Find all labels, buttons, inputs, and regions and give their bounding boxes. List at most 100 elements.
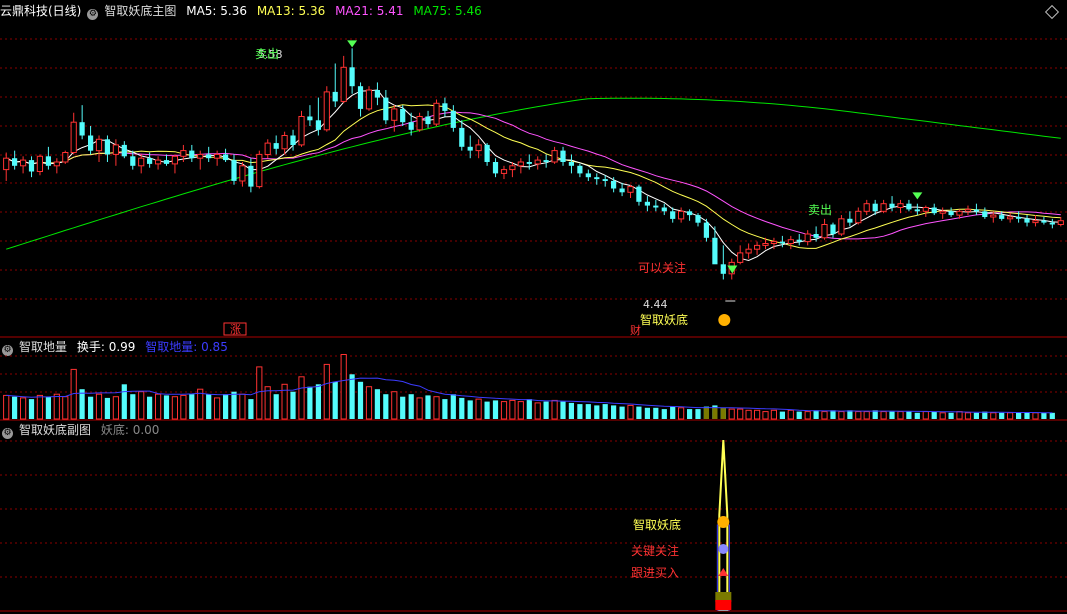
candle-body	[1041, 220, 1047, 223]
candle-body	[163, 160, 170, 164]
limit-up-tag: 涨	[230, 323, 241, 336]
volume-bar	[231, 391, 237, 419]
sub-bar-red	[715, 600, 732, 610]
candle-body	[526, 162, 532, 164]
candle-body	[433, 102, 440, 125]
candle-body	[307, 116, 313, 121]
sell-arrow	[912, 192, 923, 200]
volume-bar	[273, 394, 279, 419]
volume-bar	[383, 394, 389, 419]
candle-body	[695, 215, 701, 223]
volume-bar	[332, 381, 338, 419]
volume-bar	[307, 386, 313, 419]
candle-body	[442, 103, 448, 111]
focus-icon	[718, 544, 729, 554]
candle-body	[712, 237, 718, 265]
volume-bar	[653, 407, 659, 419]
candle-body	[12, 158, 18, 166]
volume-bar	[779, 411, 785, 419]
volume-bar	[391, 391, 398, 420]
volume-bar	[189, 394, 195, 419]
volume-bar	[88, 396, 94, 419]
candle-body	[138, 157, 145, 167]
ma-layer	[5, 89, 1061, 262]
candle-body	[492, 162, 499, 174]
candle-body	[602, 179, 608, 181]
candle-body	[1016, 216, 1022, 219]
candle-body	[400, 108, 406, 123]
candle-body	[121, 144, 127, 157]
volume-bar	[365, 386, 373, 420]
candle-body	[467, 146, 473, 151]
volume-bar	[53, 393, 60, 420]
candle-body	[383, 97, 389, 121]
candle-body	[374, 90, 380, 98]
candle-body	[720, 264, 726, 274]
volume-bar	[897, 411, 904, 420]
volume-bar	[863, 411, 870, 420]
candle-body	[484, 144, 490, 162]
candle-body	[627, 186, 634, 193]
volume-bar	[20, 397, 27, 420]
candle-body	[130, 156, 136, 166]
candle-body	[500, 169, 508, 174]
candle-body	[973, 209, 979, 212]
volume-bar	[517, 401, 524, 420]
volume-bar	[36, 394, 43, 420]
candle-body	[619, 188, 625, 193]
ma13-line	[5, 104, 1061, 249]
volume-bar	[425, 395, 431, 419]
candle-body	[112, 144, 120, 155]
candle-body	[787, 239, 794, 244]
candle-body	[206, 154, 212, 159]
volume-bar	[990, 412, 997, 420]
volume-bar	[678, 407, 685, 420]
chart-svg[interactable]: 5.58 卖出 卖出 可以关注 4.44 智取妖底 涨 财 智取妖底 关键关注 …	[0, 0, 1067, 614]
candle-body	[189, 150, 195, 159]
volume-bar	[999, 412, 1005, 419]
candle-body	[560, 150, 566, 162]
volume-bar	[872, 410, 878, 419]
candle-body	[256, 153, 263, 188]
candle-body	[53, 161, 60, 167]
candle-body	[585, 173, 591, 178]
volume-bar	[281, 383, 288, 420]
volume-bar	[104, 397, 110, 419]
volume-bar	[433, 396, 440, 420]
volume-bar	[847, 410, 853, 419]
candle-body	[594, 177, 600, 180]
volume-bar	[315, 384, 321, 419]
candle-body	[678, 210, 685, 220]
candle-body	[922, 207, 929, 212]
low-price-marker: 4.44	[643, 298, 668, 311]
chart-window: 云鼎科技(日线) ⚙ 智取妖底主图 MA5: 5.36 MA13: 5.36 MA2…	[0, 0, 1067, 614]
grid-layer	[0, 38, 1067, 612]
volume-bar	[298, 376, 305, 420]
dl-bar	[720, 407, 726, 419]
candle-body	[880, 203, 887, 212]
volume-bar	[1007, 412, 1014, 420]
candle-body	[653, 205, 659, 208]
candle-body	[821, 224, 828, 239]
candle-body	[357, 86, 364, 109]
candle-body	[999, 215, 1005, 219]
candle-body	[95, 138, 103, 152]
candle-body	[3, 157, 10, 171]
volume-bar	[931, 411, 937, 419]
candle-body	[568, 162, 574, 166]
candle-body	[180, 150, 187, 157]
volume-bar	[450, 394, 456, 419]
volume-bar	[973, 412, 979, 419]
candle-body	[155, 159, 162, 165]
volume-bar	[560, 401, 566, 419]
candle-body	[79, 122, 85, 136]
candle-body	[70, 121, 77, 153]
candle-body	[197, 153, 204, 159]
candle-body	[796, 239, 802, 242]
volume-bar	[855, 411, 862, 420]
volume-layer	[3, 354, 1055, 420]
volume-bar	[906, 411, 912, 419]
volume-bar	[214, 397, 221, 420]
candle-body	[45, 156, 51, 166]
candle-body	[914, 209, 920, 212]
